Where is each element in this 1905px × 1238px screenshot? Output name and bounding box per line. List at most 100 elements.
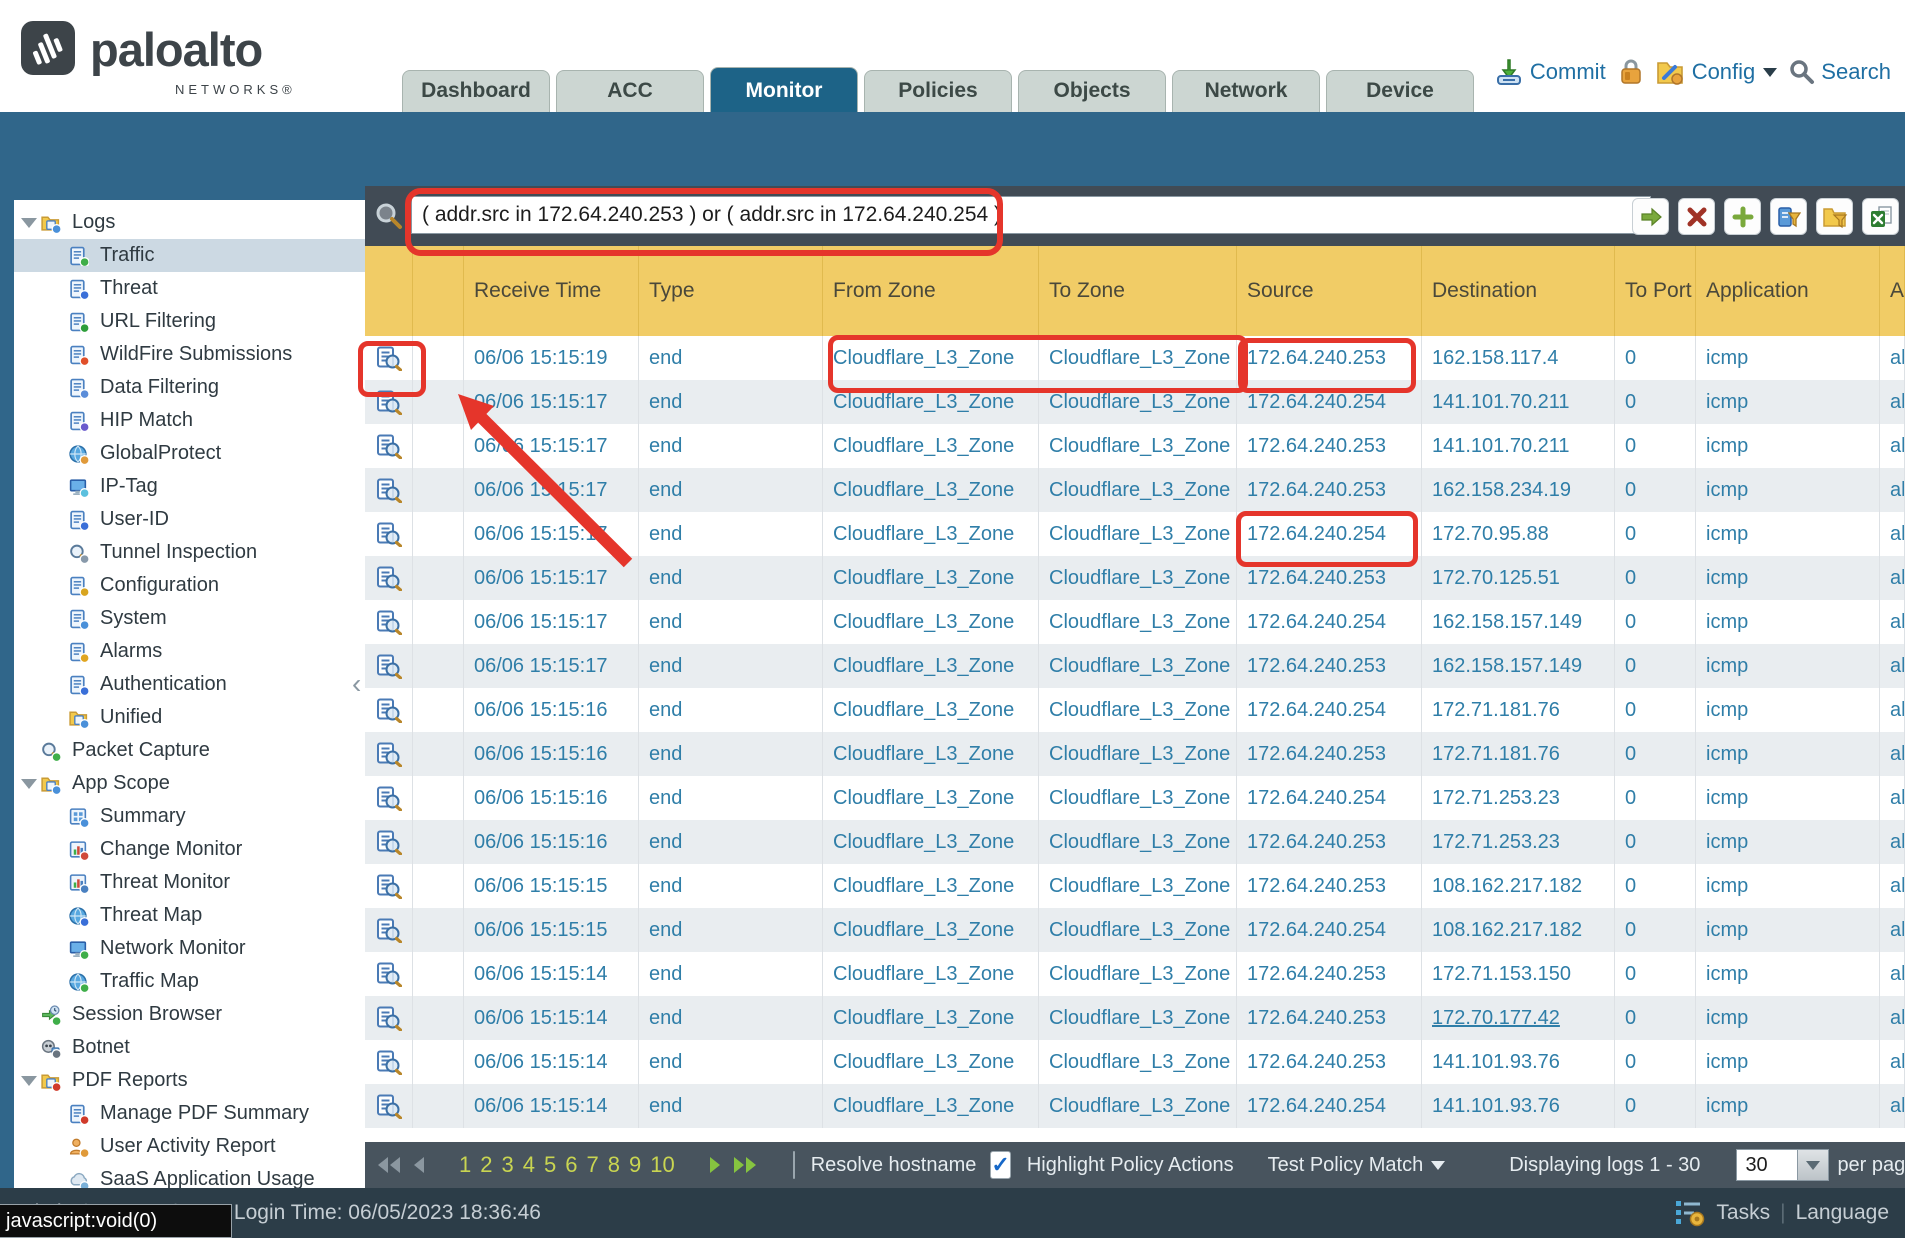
last-page-button[interactable] — [731, 1155, 759, 1175]
table-row[interactable]: 06/06 15:15:14endCloudflare_L3_ZoneCloud… — [365, 996, 1905, 1040]
cell-application[interactable]: icmp — [1696, 820, 1880, 864]
log-detail-icon[interactable] — [365, 820, 413, 864]
cell-destination[interactable]: 172.70.125.51 — [1422, 556, 1615, 600]
page-number-5[interactable]: 5 — [544, 1152, 556, 1178]
cell-to-zone[interactable]: Cloudflare_L3_Zone — [1039, 1084, 1237, 1128]
log-detail-icon[interactable] — [365, 644, 413, 688]
log-detail-icon[interactable] — [365, 512, 413, 556]
cell-time[interactable]: 06/06 15:15:16 — [464, 776, 639, 820]
cell-action[interactable]: allow — [1880, 688, 1905, 732]
table-row[interactable]: 06/06 15:15:19endCloudflare_L3_ZoneCloud… — [365, 336, 1905, 380]
cell-source[interactable]: 172.64.240.254 — [1237, 1084, 1422, 1128]
cell-source[interactable]: 172.64.240.253 — [1237, 1040, 1422, 1084]
log-detail-icon[interactable] — [365, 380, 413, 424]
cell-type[interactable]: end — [639, 996, 823, 1040]
cell-time[interactable]: 06/06 15:15:17 — [464, 424, 639, 468]
cell-action[interactable]: allow — [1880, 1084, 1905, 1128]
sidebar-item-packet-capture[interactable]: Packet Capture — [14, 734, 365, 767]
cell-source[interactable]: 172.64.240.253 — [1237, 644, 1422, 688]
sidebar-item-configuration[interactable]: Configuration — [14, 569, 365, 602]
cell-from-zone[interactable]: Cloudflare_L3_Zone — [823, 512, 1039, 556]
footer-tasks-link[interactable]: Tasks — [1716, 1201, 1770, 1225]
table-row[interactable]: 06/06 15:15:16endCloudflare_L3_ZoneCloud… — [365, 688, 1905, 732]
cell-source[interactable]: 172.64.240.253 — [1237, 864, 1422, 908]
cell-source[interactable]: 172.64.240.253 — [1237, 952, 1422, 996]
cell-action[interactable]: allow — [1880, 644, 1905, 688]
cell-destination[interactable]: 141.101.93.76 — [1422, 1084, 1615, 1128]
cell-from-zone[interactable]: Cloudflare_L3_Zone — [823, 776, 1039, 820]
cell-source[interactable]: 172.64.240.254 — [1237, 688, 1422, 732]
cell-action[interactable]: allow — [1880, 908, 1905, 952]
cell-application[interactable]: icmp — [1696, 556, 1880, 600]
expander-icon[interactable] — [18, 1076, 40, 1086]
cell-time[interactable]: 06/06 15:15:17 — [464, 512, 639, 556]
cell-application[interactable]: icmp — [1696, 952, 1880, 996]
cell-application[interactable]: icmp — [1696, 336, 1880, 380]
cell-source[interactable]: 172.64.240.253 — [1237, 820, 1422, 864]
cell-destination[interactable]: 172.71.181.76 — [1422, 688, 1615, 732]
cell-type[interactable]: end — [639, 468, 823, 512]
page-number-8[interactable]: 8 — [608, 1152, 620, 1178]
cell-time[interactable]: 06/06 15:15:15 — [464, 864, 639, 908]
log-detail-icon[interactable] — [365, 600, 413, 644]
cell-to-zone[interactable]: Cloudflare_L3_Zone — [1039, 1040, 1237, 1084]
tab-dashboard[interactable]: Dashboard — [402, 70, 550, 112]
cell-to-port[interactable]: 0 — [1615, 996, 1696, 1040]
cell-action[interactable]: allow — [1880, 1040, 1905, 1084]
cell-action[interactable]: allow — [1880, 336, 1905, 380]
log-detail-icon[interactable] — [365, 732, 413, 776]
cell-type[interactable]: end — [639, 380, 823, 424]
cell-destination[interactable]: 172.70.177.42 — [1422, 996, 1615, 1040]
cell-from-zone[interactable]: Cloudflare_L3_Zone — [823, 380, 1039, 424]
cell-application[interactable]: icmp — [1696, 908, 1880, 952]
cell-type[interactable]: end — [639, 1040, 823, 1084]
column-header-action[interactable]: Action — [1880, 246, 1905, 336]
test-policy-match-button[interactable]: Test Policy Match — [1268, 1154, 1446, 1177]
cell-destination[interactable]: 141.101.93.76 — [1422, 1040, 1615, 1084]
cell-destination[interactable]: 141.101.70.211 — [1422, 380, 1615, 424]
add-filter-button[interactable] — [1724, 198, 1761, 235]
cell-type[interactable]: end — [639, 556, 823, 600]
load-filter-button[interactable] — [1816, 198, 1853, 235]
cell-type[interactable]: end — [639, 952, 823, 996]
page-number-9[interactable]: 9 — [629, 1152, 641, 1178]
cell-from-zone[interactable]: Cloudflare_L3_Zone — [823, 688, 1039, 732]
table-row[interactable]: 06/06 15:15:17endCloudflare_L3_ZoneCloud… — [365, 556, 1905, 600]
cell-source[interactable]: 172.64.240.253 — [1237, 556, 1422, 600]
page-number-7[interactable]: 7 — [587, 1152, 599, 1178]
cell-destination[interactable]: 172.71.253.23 — [1422, 776, 1615, 820]
expander-icon[interactable] — [18, 779, 40, 789]
cell-destination[interactable]: 162.158.157.149 — [1422, 644, 1615, 688]
cell-action[interactable]: allow — [1880, 820, 1905, 864]
tab-objects[interactable]: Objects — [1018, 70, 1166, 112]
tab-monitor[interactable]: Monitor — [710, 67, 858, 112]
log-detail-icon[interactable] — [365, 864, 413, 908]
cell-action[interactable]: allow — [1880, 996, 1905, 1040]
sidebar-item-wildfire-submissions[interactable]: WildFire Submissions — [14, 338, 365, 371]
cell-type[interactable]: end — [639, 864, 823, 908]
cell-to-port[interactable]: 0 — [1615, 556, 1696, 600]
per-page-select[interactable]: 30 — [1736, 1149, 1829, 1181]
cell-from-zone[interactable]: Cloudflare_L3_Zone — [823, 468, 1039, 512]
sidebar-collapse-handle[interactable]: ‹ — [352, 668, 361, 700]
cell-to-zone[interactable]: Cloudflare_L3_Zone — [1039, 600, 1237, 644]
cell-to-port[interactable]: 0 — [1615, 908, 1696, 952]
sidebar-item-threat-monitor[interactable]: Threat Monitor — [14, 866, 365, 899]
cell-action[interactable]: allow — [1880, 776, 1905, 820]
lock-button[interactable] — [1618, 58, 1644, 86]
table-row[interactable]: 06/06 15:15:16endCloudflare_L3_ZoneCloud… — [365, 732, 1905, 776]
page-number-4[interactable]: 4 — [523, 1152, 535, 1178]
table-row[interactable]: 06/06 15:15:17endCloudflare_L3_ZoneCloud… — [365, 644, 1905, 688]
sidebar-item-ip-tag[interactable]: IP-Tag — [14, 470, 365, 503]
cell-application[interactable]: icmp — [1696, 996, 1880, 1040]
cell-destination[interactable]: 172.70.95.88 — [1422, 512, 1615, 556]
commit-button[interactable]: Commit — [1494, 58, 1606, 86]
cell-application[interactable]: icmp — [1696, 688, 1880, 732]
cell-application[interactable]: icmp — [1696, 1084, 1880, 1128]
sidebar-item-hip-match[interactable]: HIP Match — [14, 404, 365, 437]
footer-language-link[interactable]: Language — [1796, 1201, 1889, 1225]
cell-destination[interactable]: 108.162.217.182 — [1422, 864, 1615, 908]
cell-from-zone[interactable]: Cloudflare_L3_Zone — [823, 1084, 1039, 1128]
cell-to-zone[interactable]: Cloudflare_L3_Zone — [1039, 820, 1237, 864]
sidebar-item-system[interactable]: System — [14, 602, 365, 635]
